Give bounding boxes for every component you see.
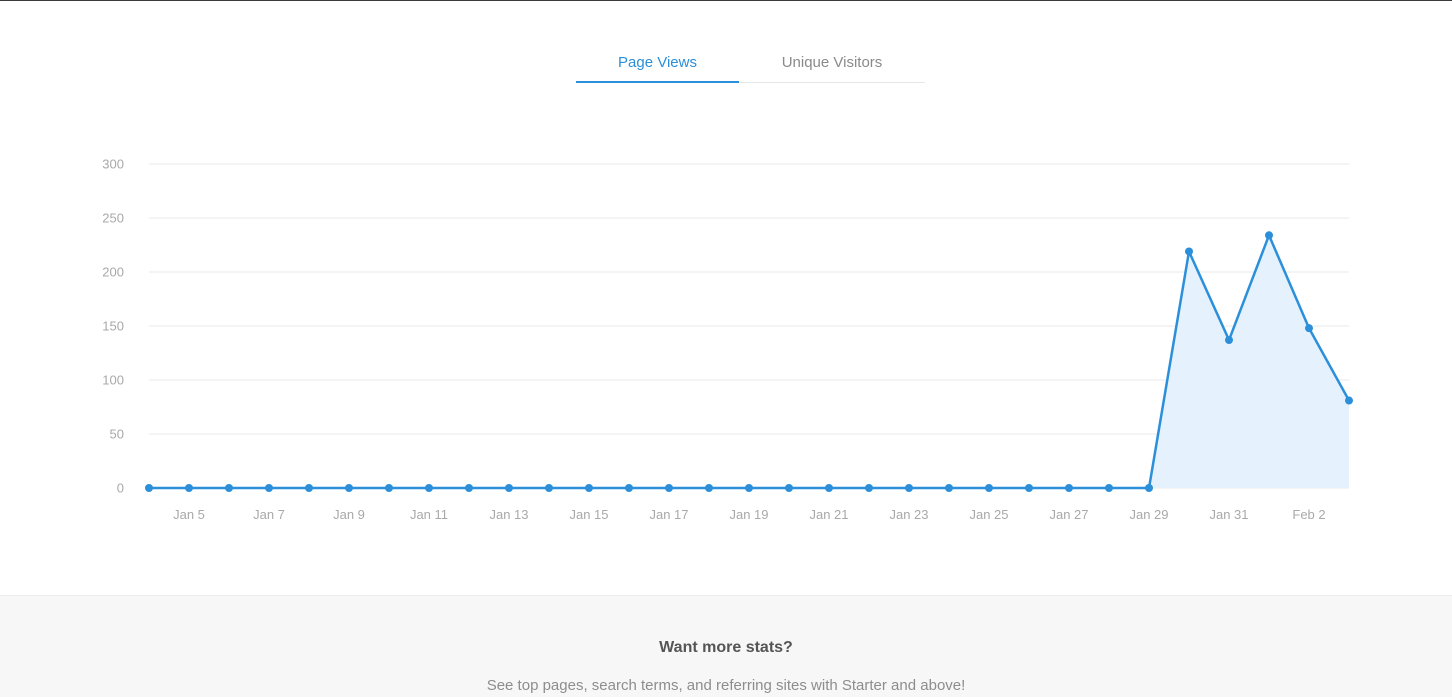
upgrade-title: Want more stats? xyxy=(659,639,793,656)
data-point xyxy=(185,484,193,492)
data-point xyxy=(665,484,673,492)
x-tick-label: Jan 9 xyxy=(333,507,365,522)
x-tick-label: Jan 23 xyxy=(889,507,928,522)
data-point xyxy=(425,484,433,492)
data-point xyxy=(1265,231,1273,240)
upgrade-banner: Want more stats? See top pages, search t… xyxy=(0,595,1452,697)
y-tick-label: 250 xyxy=(102,211,124,226)
data-point xyxy=(465,484,473,492)
data-point xyxy=(1305,324,1313,333)
page-views-chart-svg: 0 50 100 150 200 250 300 Jan 5 Jan 7 Jan 9 Jan 11 J… xyxy=(102,157,1353,522)
x-tick-label: Jan 5 xyxy=(173,507,205,522)
x-tick-label: Feb 2 xyxy=(1292,507,1325,522)
data-point xyxy=(265,484,273,492)
x-tick-label: Jan 17 xyxy=(649,507,688,522)
x-tick-label: Jan 21 xyxy=(809,507,848,522)
data-point xyxy=(545,484,553,492)
data-point xyxy=(785,484,793,492)
data-point xyxy=(825,484,833,492)
y-tick-label: 200 xyxy=(102,265,124,280)
page-views-chart: 0 50 100 150 200 250 300 Jan 5 Jan 7 Jan 9 Jan 11 J… xyxy=(0,120,1452,540)
data-point xyxy=(1185,247,1193,256)
data-point xyxy=(1345,396,1353,405)
data-point xyxy=(585,484,593,492)
data-point xyxy=(385,484,393,492)
top-border xyxy=(0,0,1452,1)
data-point xyxy=(225,484,233,492)
data-point xyxy=(145,484,153,492)
data-point xyxy=(1105,484,1113,492)
data-point xyxy=(1065,484,1073,492)
x-tick-label: Jan 19 xyxy=(729,507,768,522)
data-point xyxy=(1025,484,1033,492)
data-point xyxy=(305,484,313,492)
x-tick-label: Jan 31 xyxy=(1209,507,1248,522)
data-point xyxy=(705,484,713,492)
y-tick-label: 100 xyxy=(102,373,124,388)
data-point xyxy=(905,484,913,492)
y-tick-label: 150 xyxy=(102,319,124,334)
data-point xyxy=(865,484,873,492)
x-tick-label: Jan 27 xyxy=(1049,507,1088,522)
y-tick-label: 0 xyxy=(117,481,124,496)
data-point xyxy=(985,484,993,492)
data-point xyxy=(1225,336,1233,345)
upgrade-subtitle: See top pages, search terms, and referri… xyxy=(486,677,966,694)
tab-unique-visitors[interactable]: Unique Visitors xyxy=(739,44,925,83)
stats-tabs: Page Views Unique Visitors xyxy=(576,44,925,83)
series-area-fill xyxy=(149,235,1349,488)
data-point xyxy=(625,484,633,492)
y-tick-label: 300 xyxy=(102,157,124,172)
y-tick-label: 50 xyxy=(110,427,124,442)
data-point xyxy=(505,484,513,492)
tab-page-views[interactable]: Page Views xyxy=(576,44,739,83)
x-tick-label: Jan 25 xyxy=(969,507,1008,522)
data-point xyxy=(1145,484,1153,492)
x-tick-label: Jan 7 xyxy=(253,507,285,522)
data-point xyxy=(745,484,753,492)
data-point xyxy=(345,484,353,492)
x-tick-label: Jan 15 xyxy=(569,507,608,522)
data-point xyxy=(945,484,953,492)
x-tick-label: Jan 13 xyxy=(489,507,528,522)
x-tick-label: Jan 11 xyxy=(410,507,448,522)
x-tick-label: Jan 29 xyxy=(1129,507,1168,522)
